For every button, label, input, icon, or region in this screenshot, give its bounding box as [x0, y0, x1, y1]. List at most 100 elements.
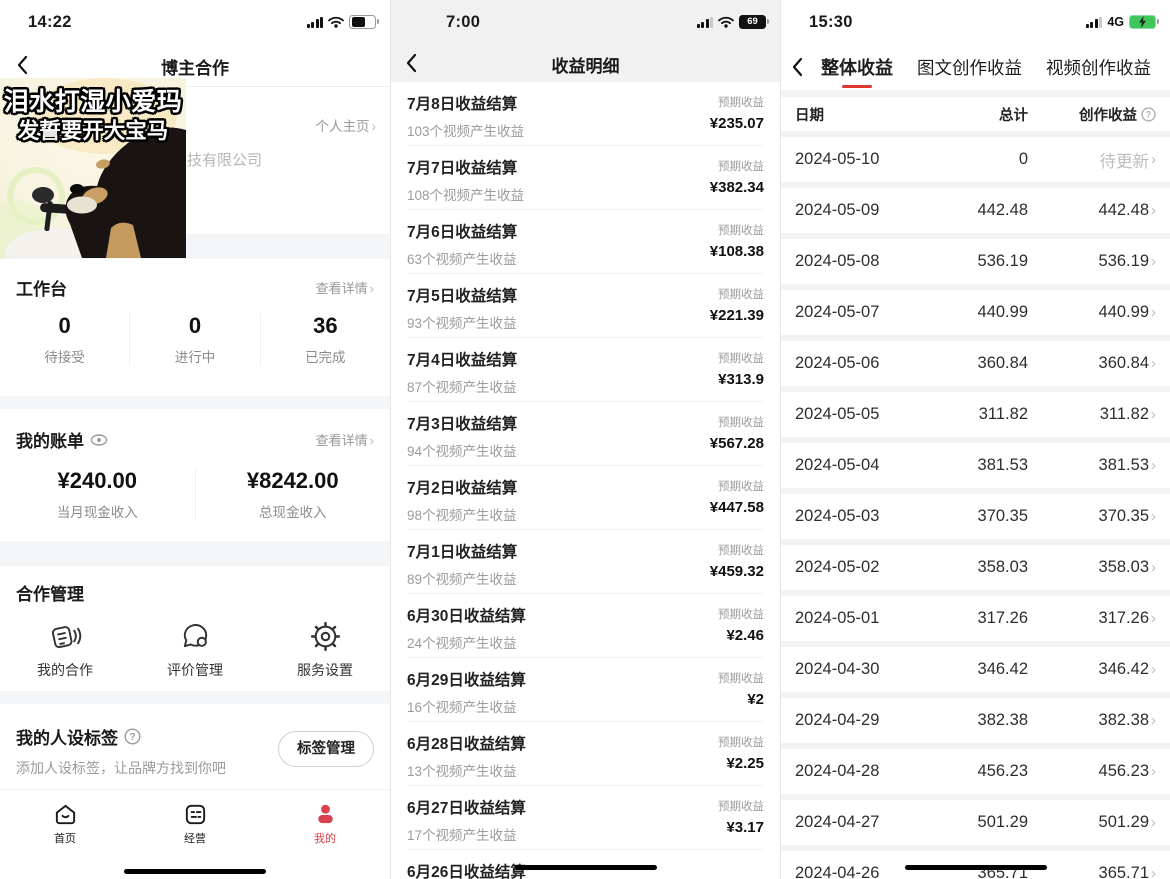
row-date: 2024-05-02 — [795, 558, 936, 577]
battery-icon: 69 — [739, 15, 766, 30]
workbench-stat[interactable]: 0 进行中 — [130, 313, 260, 366]
tab-home[interactable]: 首页 — [0, 790, 130, 879]
bill-detail-link[interactable]: 查看详情 — [316, 430, 374, 449]
row-creation-value: 442.48 — [1099, 201, 1149, 220]
coop-item-label: 服务设置 — [297, 660, 353, 680]
profile-meme-image[interactable]: 泪水打湿小爱玛 发誓要开大宝马 — [0, 78, 186, 258]
revenue-list-item[interactable]: 7月8日收益结算 103个视频产生收益 预期收益 ¥235.07 — [407, 82, 764, 146]
settlement-subtitle: 87个视频产生收益 — [407, 376, 517, 396]
revenue-item-left: 6月26日收益结算 — [407, 860, 526, 879]
chevron-right-icon — [1151, 660, 1156, 679]
tab-profile[interactable]: 我的 — [260, 790, 390, 879]
settlement-title: 7月7日收益结算 — [407, 156, 524, 178]
row-total: 501.29 — [936, 813, 1028, 832]
table-row[interactable]: 2024-04-29 382.38 382.38 — [781, 698, 1170, 743]
row-date: 2024-05-08 — [795, 252, 936, 271]
personal-homepage-link[interactable]: 个人主页 — [316, 115, 377, 135]
revenue-list-item[interactable]: 7月7日收益结算 108个视频产生收益 预期收益 ¥382.34 — [407, 146, 764, 210]
row-creation-value: 317.26 — [1099, 609, 1149, 628]
expected-revenue-amount: ¥459.32 — [710, 563, 764, 580]
back-icon[interactable] — [791, 57, 803, 82]
status-bar: 14:22 — [0, 0, 390, 44]
revenue-list-item[interactable]: 6月30日收益结算 24个视频产生收益 预期收益 ¥2.46 — [407, 594, 764, 658]
workbench-stats: 0 待接受 0 进行中 36 已完成 — [0, 313, 390, 366]
service-settings-item[interactable]: 服务设置 — [260, 620, 390, 680]
row-date: 2024-05-09 — [795, 201, 936, 220]
tab-image-text-revenue[interactable]: 图文创作收益 — [917, 55, 1022, 80]
expected-revenue-label: 预期收益 — [710, 478, 764, 494]
revenue-item-right: 预期收益 ¥108.38 — [710, 220, 764, 273]
help-icon[interactable]: ? — [124, 728, 141, 745]
revenue-list-item[interactable]: 6月27日收益结算 17个视频产生收益 预期收益 ¥3.17 — [407, 786, 764, 850]
workbench-stat[interactable]: 36 已完成 — [261, 313, 390, 366]
row-creation: 440.99 — [1028, 303, 1156, 322]
revenue-list-item[interactable]: 7月1日收益结算 89个视频产生收益 预期收益 ¥459.32 — [407, 530, 764, 594]
eye-icon[interactable] — [90, 434, 108, 446]
expected-revenue-amount: ¥313.9 — [718, 371, 764, 388]
row-creation: 311.82 — [1028, 405, 1156, 424]
business-icon — [183, 802, 208, 827]
revenue-list-item[interactable]: 7月5日收益结算 93个视频产生收益 预期收益 ¥221.39 — [407, 274, 764, 338]
row-creation-value: 501.29 — [1099, 813, 1149, 832]
table-row[interactable]: 2024-05-04 381.53 381.53 — [781, 443, 1170, 488]
help-icon[interactable]: ? — [1141, 107, 1156, 122]
revenue-item-right: 预期收益 ¥221.39 — [710, 284, 764, 337]
page-title: 收益明细 — [391, 52, 780, 77]
home-indicator — [124, 869, 266, 874]
persona-tags-card: 我的人设标签 ? 添加人设标签，让品牌方找到你吧 标签管理 — [0, 704, 390, 789]
review-management-item[interactable]: 评价管理 — [130, 620, 260, 680]
settlement-subtitle: 94个视频产生收益 — [407, 440, 517, 460]
expected-revenue-label: 预期收益 — [718, 798, 764, 814]
table-row[interactable]: 2024-05-06 360.84 360.84 — [781, 341, 1170, 386]
row-creation-value: 358.03 — [1099, 558, 1149, 577]
table-row[interactable]: 2024-05-02 358.03 358.03 — [781, 545, 1170, 590]
row-date: 2024-04-30 — [795, 660, 936, 679]
workbench-stat[interactable]: 0 待接受 — [0, 313, 130, 366]
cellular-signal-icon — [1086, 17, 1103, 28]
revenue-item-right: 预期收益 ¥313.9 — [718, 348, 764, 401]
revenue-item-right: 预期收益 ¥567.28 — [710, 412, 764, 465]
revenue-list-item[interactable]: 7月6日收益结算 63个视频产生收益 预期收益 ¥108.38 — [407, 210, 764, 274]
meme-caption-line1: 泪水打湿小爱玛 — [0, 82, 186, 118]
row-date: 2024-05-07 — [795, 303, 936, 322]
revenue-tabs: 整体收益 图文创作收益 视频创作收益 — [781, 44, 1170, 90]
status-icons: 69 — [697, 0, 767, 44]
revenue-item-right: 预期收益 ¥2.25 — [718, 732, 764, 785]
tab-video-revenue[interactable]: 视频创作收益 — [1046, 55, 1151, 80]
table-row[interactable]: 2024-05-08 536.19 536.19 — [781, 239, 1170, 284]
table-row[interactable]: 2024-05-07 440.99 440.99 — [781, 290, 1170, 335]
row-creation-value: 370.35 — [1099, 507, 1149, 526]
wifi-icon — [328, 16, 344, 28]
row-creation: 360.84 — [1028, 354, 1156, 373]
battery-icon — [349, 15, 376, 30]
revenue-list-item[interactable]: 6月29日收益结算 16个视频产生收益 预期收益 ¥2 — [407, 658, 764, 722]
expected-revenue-label: 预期收益 — [710, 222, 764, 238]
row-total: 536.19 — [936, 252, 1028, 271]
table-row[interactable]: 2024-04-27 501.29 501.29 — [781, 800, 1170, 845]
table-row[interactable]: 2024-04-30 346.42 346.42 — [781, 647, 1170, 692]
revenue-item-right: 预期收益 ¥447.58 — [710, 476, 764, 529]
status-time: 7:00 — [446, 13, 480, 32]
workbench-detail-link[interactable]: 查看详情 — [316, 278, 374, 297]
settlement-subtitle: 16个视频产生收益 — [407, 696, 526, 716]
table-row[interactable]: 2024-05-05 311.82 311.82 — [781, 392, 1170, 437]
table-row[interactable]: 2024-05-09 442.48 442.48 — [781, 188, 1170, 233]
section-gap — [781, 90, 1170, 97]
row-creation-value: 381.53 — [1099, 456, 1149, 475]
revenue-list-item[interactable]: 7月4日收益结算 87个视频产生收益 预期收益 ¥313.9 — [407, 338, 764, 402]
table-row[interactable]: 2024-05-01 317.26 317.26 — [781, 596, 1170, 641]
table-row[interactable]: 2024-04-28 456.23 456.23 — [781, 749, 1170, 794]
tag-manage-button[interactable]: 标签管理 — [278, 731, 374, 767]
my-cooperation-item[interactable]: 我的合作 — [0, 620, 130, 680]
table-row[interactable]: 2024-05-10 0 待更新 — [781, 137, 1170, 182]
tab-overall-revenue[interactable]: 整体收益 — [821, 54, 893, 80]
battery-charging-icon — [1129, 15, 1156, 30]
table-row[interactable]: 2024-05-03 370.35 370.35 — [781, 494, 1170, 539]
settlement-subtitle: 108个视频产生收益 — [407, 184, 524, 204]
revenue-list-item[interactable]: 7月2日收益结算 98个视频产生收益 预期收益 ¥447.58 — [407, 466, 764, 530]
settlement-subtitle: 93个视频产生收益 — [407, 312, 517, 332]
row-total: 360.84 — [936, 354, 1028, 373]
revenue-list-item[interactable]: 6月28日收益结算 13个视频产生收益 预期收益 ¥2.25 — [407, 722, 764, 786]
tab-business[interactable]: 经营 — [130, 790, 260, 879]
revenue-list-item[interactable]: 7月3日收益结算 94个视频产生收益 预期收益 ¥567.28 — [407, 402, 764, 466]
